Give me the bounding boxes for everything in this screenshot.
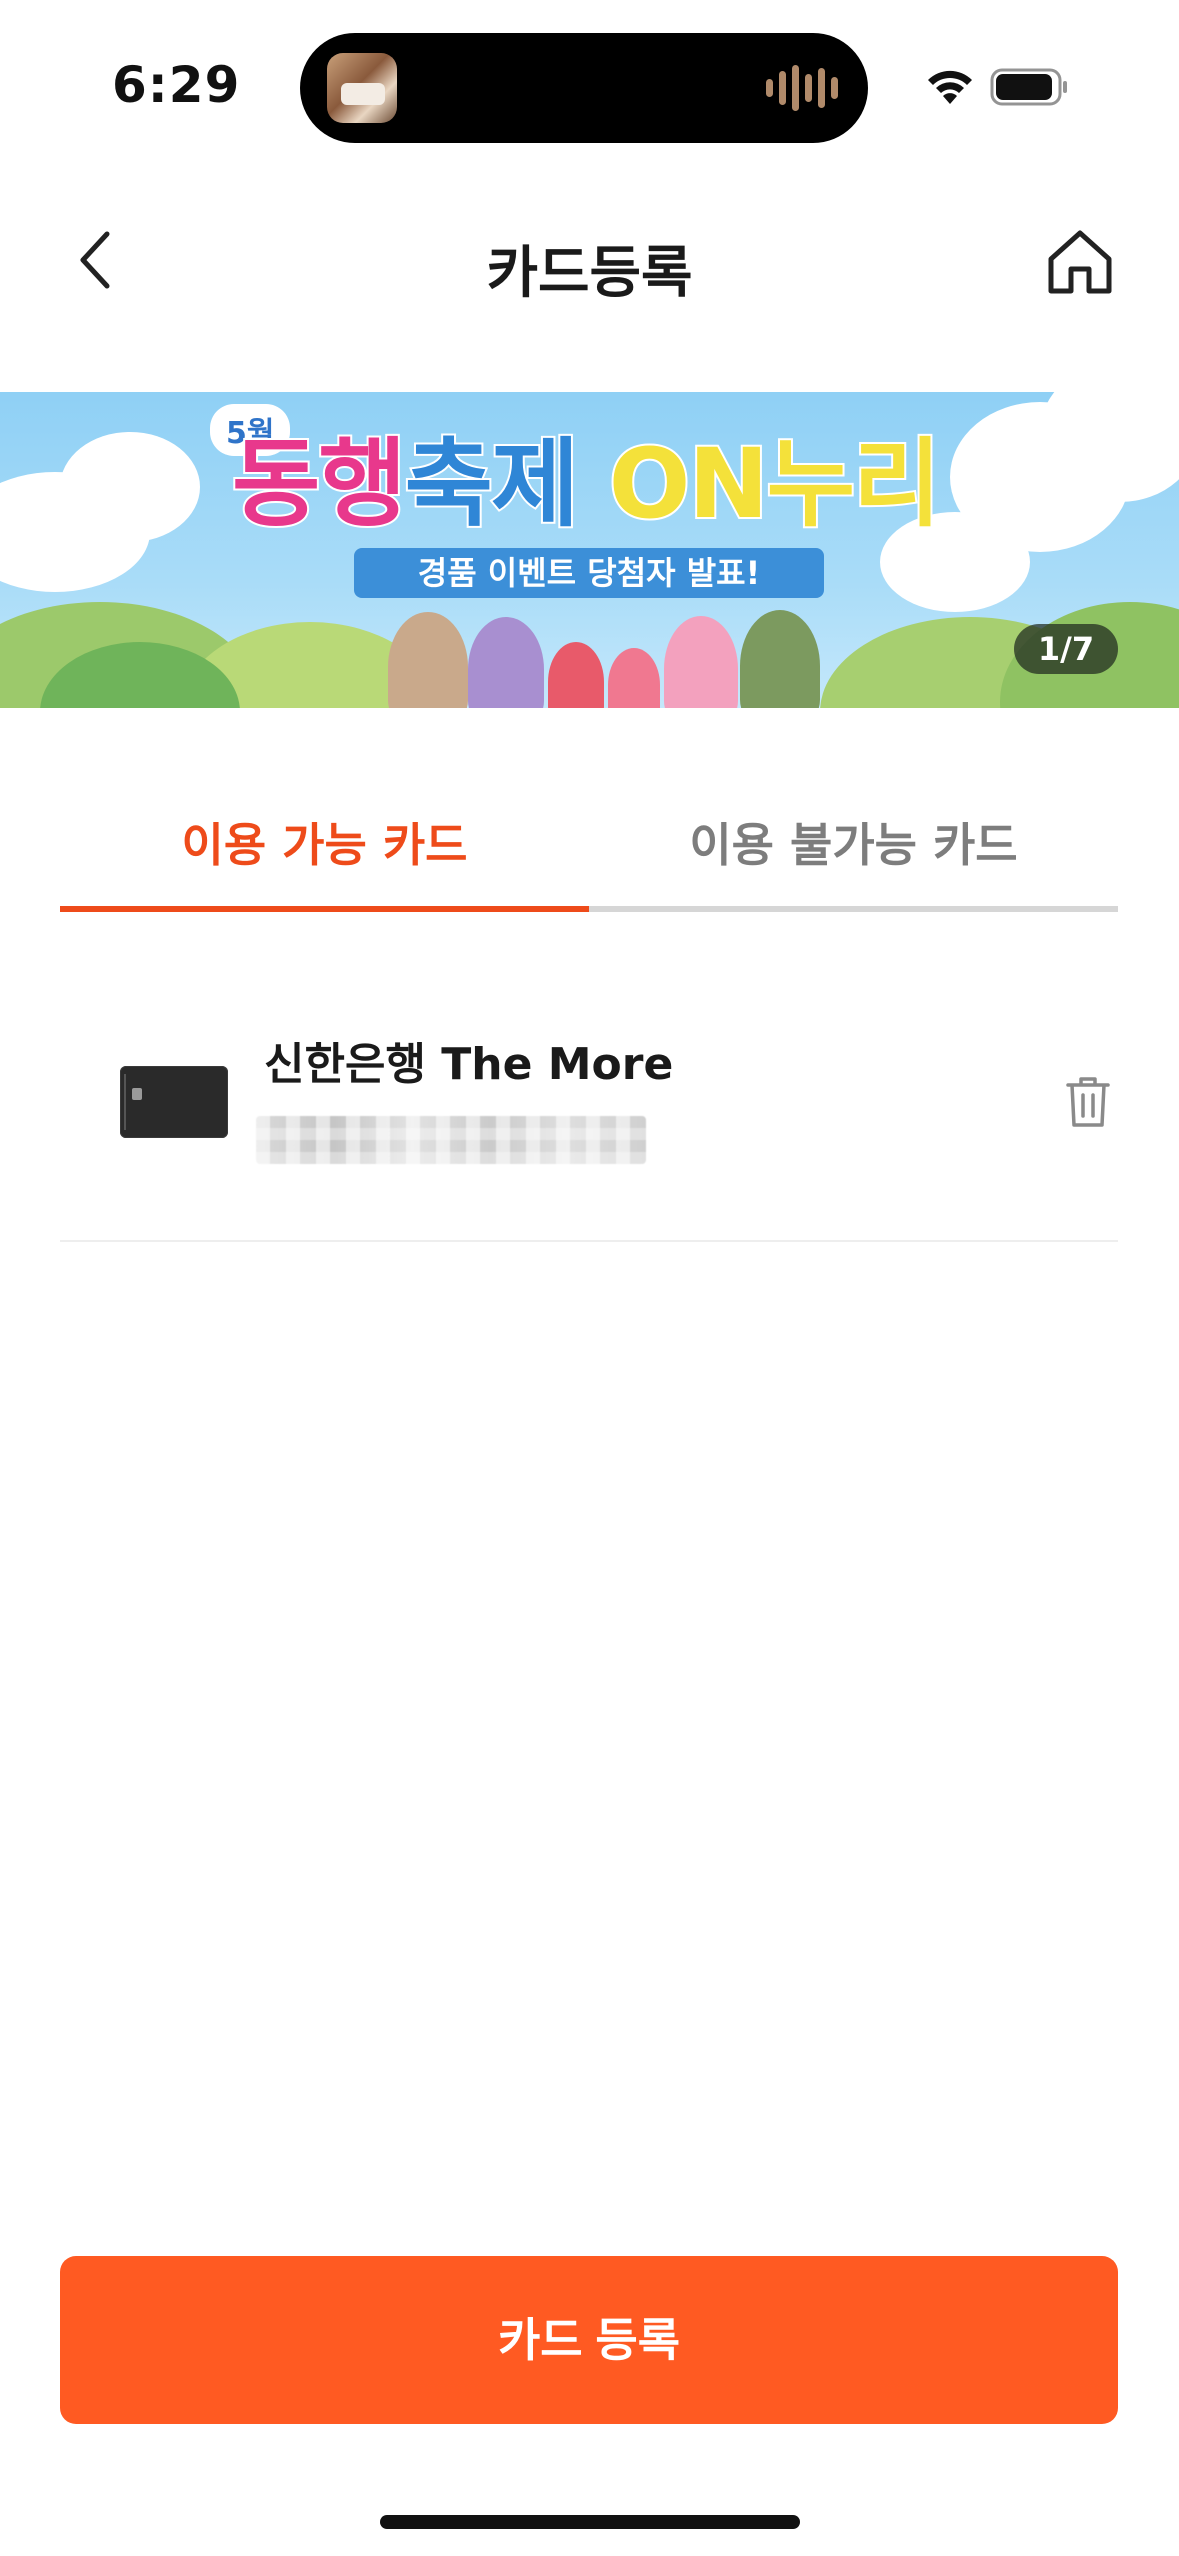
banner-title-part1: 동행 <box>230 428 409 540</box>
banner-page-counter: 1/7 <box>1014 624 1118 674</box>
page-title: 카드등록 <box>486 241 693 306</box>
status-bar: 6:29 <box>0 0 1179 170</box>
banner-title-part3: ON누리 <box>607 428 944 540</box>
audio-wave-icon <box>766 63 838 113</box>
home-button[interactable] <box>1040 222 1120 302</box>
promo-banner[interactable]: 5월 동행축제 ON누리 경품 이벤트 당첨자 발표! 1/7 <box>0 392 1179 708</box>
tab-indicator-inactive <box>589 906 1118 912</box>
card-number-masked <box>256 1116 646 1164</box>
card-thumbnail <box>120 1066 228 1138</box>
home-icon <box>1048 230 1112 294</box>
banner-title: 동행축제 ON누리 <box>230 429 943 539</box>
tab-available-cards[interactable]: 이용 가능 카드 <box>60 790 589 912</box>
delete-card-button[interactable] <box>1058 1066 1118 1138</box>
card-tabs: 이용 가능 카드 이용 불가능 카드 <box>60 790 1118 912</box>
card-name: 신한은행 The More <box>264 1039 674 1090</box>
wifi-icon <box>928 70 972 104</box>
status-time: 6:29 <box>112 56 241 114</box>
battery-icon <box>990 68 1067 106</box>
card-list-item[interactable]: 신한은행 The More <box>60 1000 1118 1242</box>
tab-indicator-active <box>60 906 589 912</box>
trash-icon <box>1066 1077 1110 1127</box>
navigation-bar: 카드등록 <box>0 200 1179 320</box>
now-playing-thumbnail <box>327 53 397 123</box>
home-indicator[interactable] <box>380 2515 800 2529</box>
dynamic-island[interactable] <box>300 33 868 143</box>
tab-unavailable-cards[interactable]: 이용 불가능 카드 <box>589 790 1118 912</box>
family-illustration <box>388 592 820 708</box>
banner-title-part2: 축제 <box>403 428 582 540</box>
card-chip <box>132 1088 142 1100</box>
cloud-shape <box>60 432 200 542</box>
register-card-button[interactable]: 카드 등록 <box>60 2256 1118 2424</box>
banner-subtitle: 경품 이벤트 당첨자 발표! <box>354 548 824 598</box>
